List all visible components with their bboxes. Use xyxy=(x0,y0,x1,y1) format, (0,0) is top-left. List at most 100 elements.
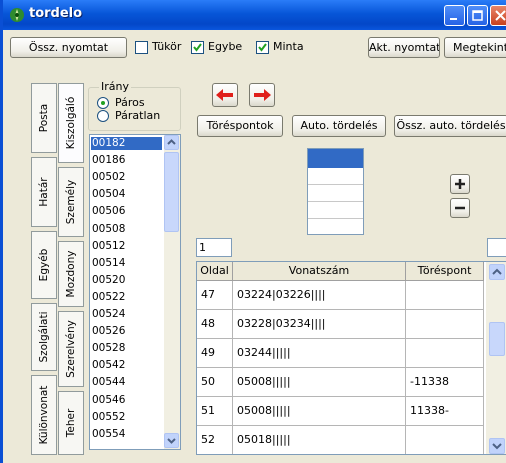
grid-scroll-down-button[interactable] xyxy=(489,438,505,454)
break-cell[interactable]: 11338- xyxy=(406,397,484,426)
scroll-down-button[interactable] xyxy=(164,433,179,448)
trains-cell[interactable]: 03224|03226|||| xyxy=(233,281,406,310)
tab-egyeb[interactable]: Egyéb xyxy=(31,231,57,299)
print-current-button[interactable]: Akt. nyomtat xyxy=(368,37,440,58)
radio-paros[interactable] xyxy=(97,97,109,109)
direction-label: Irány xyxy=(99,80,131,93)
app-icon xyxy=(10,8,24,22)
print-all-button[interactable]: Össz. nyomtat xyxy=(10,37,127,58)
auto-break-button[interactable]: Auto. tördelés xyxy=(292,115,386,137)
grid-scroll-up-button[interactable] xyxy=(489,264,505,280)
trains-cell[interactable]: 03244||||| xyxy=(233,339,406,368)
tab-kulonvonat[interactable]: Különvonat xyxy=(31,375,57,455)
pages-grid[interactable]: Oldal Vonatszám Töréspont 47 03224|03226… xyxy=(196,261,506,455)
list-row[interactable] xyxy=(308,219,363,234)
tab-mozdony[interactable]: Mozdony xyxy=(58,241,84,307)
tab-label: Egyéb xyxy=(38,248,50,282)
tab-kiszolgalo[interactable]: Kiszolgáló xyxy=(58,83,84,163)
tab-label: Posta xyxy=(38,103,50,133)
sample-checkbox[interactable] xyxy=(256,41,269,54)
maximize-button[interactable] xyxy=(467,5,488,26)
minus-icon xyxy=(455,206,465,210)
all-auto-break-button[interactable]: Össz. auto. tördelés xyxy=(394,115,506,137)
list-item[interactable]: 00528 xyxy=(92,343,125,354)
page-cell[interactable]: 47 xyxy=(197,281,233,310)
list-item[interactable]: 00544 xyxy=(92,377,125,388)
tab-label: Határ xyxy=(38,177,50,207)
break-cell[interactable] xyxy=(406,281,484,310)
move-left-button[interactable] xyxy=(212,83,238,107)
page-cell[interactable]: 51 xyxy=(197,397,233,426)
list-item[interactable]: 00186 xyxy=(92,155,125,166)
page-cell[interactable]: 48 xyxy=(197,310,233,339)
tab-szemely[interactable]: Személy xyxy=(58,167,84,237)
list-item[interactable]: 00554 xyxy=(92,429,125,440)
radio-dot xyxy=(101,101,105,105)
arrow-left-icon xyxy=(216,89,233,101)
train-listbox[interactable]: 00182 00186 00502 00504 00506 00508 0051… xyxy=(89,134,181,450)
tab-posta[interactable]: Posta xyxy=(31,83,57,153)
column-header[interactable]: Vonatszám xyxy=(233,262,406,281)
page-cell[interactable]: 52 xyxy=(197,426,233,454)
column-header[interactable]: Oldal xyxy=(197,262,233,281)
add-button[interactable] xyxy=(450,174,470,194)
radio-paratlan[interactable] xyxy=(97,110,109,122)
list-scrollbar[interactable] xyxy=(164,135,180,449)
chevron-up-icon xyxy=(167,139,176,145)
break-cell[interactable] xyxy=(406,426,484,454)
remove-button[interactable] xyxy=(450,198,470,218)
scroll-thumb[interactable] xyxy=(164,152,179,232)
list-item[interactable]: 00524 xyxy=(92,309,125,320)
right-input[interactable] xyxy=(487,238,506,257)
page-cell[interactable]: 49 xyxy=(197,339,233,368)
list-item[interactable]: 00512 xyxy=(92,241,125,252)
breakpoints-button[interactable]: Töréspontok xyxy=(197,115,283,137)
scroll-up-button[interactable] xyxy=(164,135,179,150)
breakpoint-listbox[interactable] xyxy=(307,148,364,235)
grid-scrollbar[interactable] xyxy=(486,262,506,454)
tab-teher[interactable]: Teher xyxy=(58,391,84,455)
list-item[interactable]: 00546 xyxy=(92,395,125,406)
selected-row xyxy=(308,149,363,168)
minimize-button[interactable] xyxy=(444,5,465,26)
list-item[interactable]: 00552 xyxy=(92,412,125,423)
list-item[interactable]: 00182 xyxy=(92,138,125,149)
list-row[interactable] xyxy=(308,202,363,219)
list-item[interactable]: 00502 xyxy=(92,172,125,183)
break-cell[interactable] xyxy=(406,339,484,368)
trains-cell[interactable]: 05018||||| xyxy=(233,426,406,454)
list-item[interactable]: 00526 xyxy=(92,326,125,337)
list-item[interactable]: 00504 xyxy=(92,189,125,200)
list-row[interactable] xyxy=(308,168,363,185)
tab-szerelveny[interactable]: Szerelvény xyxy=(58,311,84,387)
checkmark-icon xyxy=(258,43,267,52)
trains-cell[interactable]: 05008||||| xyxy=(233,368,406,397)
mirror-checkbox[interactable] xyxy=(135,41,148,54)
tab-szolgalati[interactable]: Szolgálati xyxy=(31,303,57,371)
list-item[interactable]: 00542 xyxy=(92,360,125,371)
list-item[interactable]: 00508 xyxy=(92,224,125,235)
view-button[interactable]: Megtekint xyxy=(444,37,506,58)
list-row[interactable] xyxy=(308,185,363,202)
break-cell[interactable] xyxy=(406,310,484,339)
list-item[interactable]: 00520 xyxy=(92,275,125,286)
tab-hatar[interactable]: Határ xyxy=(31,157,57,227)
column-header[interactable]: Töréspont xyxy=(406,262,484,281)
list-item[interactable]: 00514 xyxy=(92,258,125,269)
radio-paros-label: Páros xyxy=(115,96,145,109)
list-item[interactable]: 00506 xyxy=(92,206,125,217)
break-cell[interactable]: -11338 xyxy=(406,368,484,397)
trains-cell[interactable]: 03228|03234|||| xyxy=(233,310,406,339)
move-right-button[interactable] xyxy=(249,83,275,107)
chevron-down-icon xyxy=(492,443,502,450)
page-cell[interactable]: 50 xyxy=(197,368,233,397)
trains-cell[interactable]: 05008||||| xyxy=(233,397,406,426)
title-bar[interactable]: tordelo xyxy=(3,0,506,30)
page-number-input[interactable] xyxy=(196,238,232,257)
grid-scroll-thumb[interactable] xyxy=(489,322,505,356)
together-checkbox[interactable] xyxy=(191,41,204,54)
list-item[interactable]: 00522 xyxy=(92,292,125,303)
mirror-label: Tükör xyxy=(152,40,182,53)
tab-label: Szerelvény xyxy=(65,320,77,378)
close-button[interactable] xyxy=(490,5,506,26)
